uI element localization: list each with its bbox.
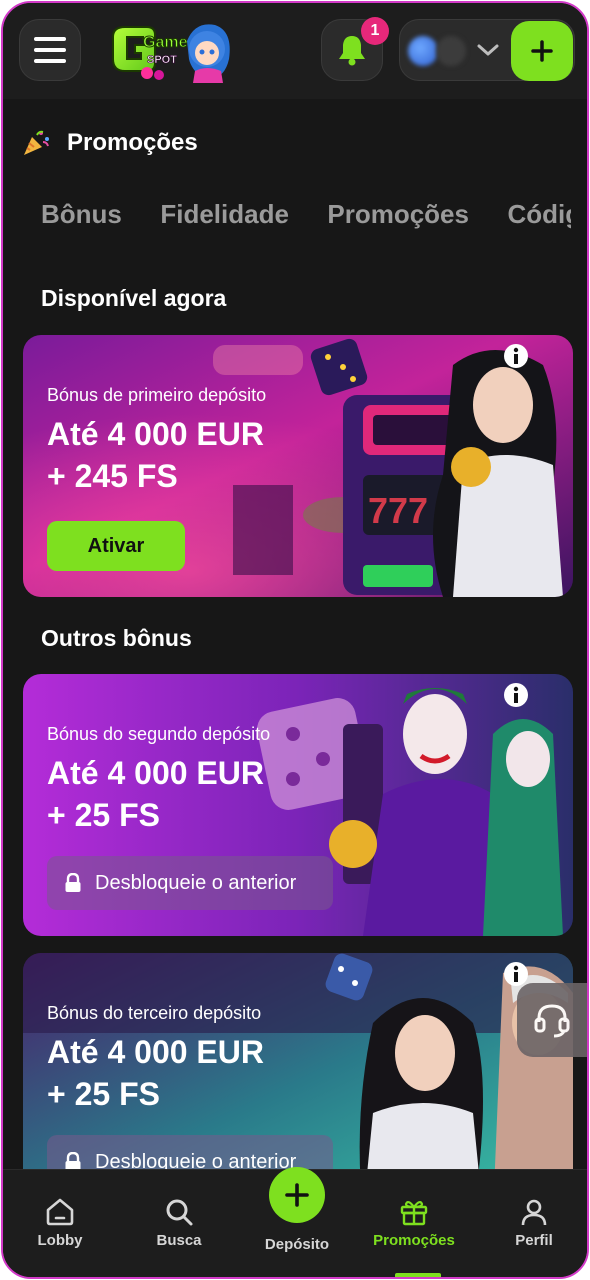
section-other-bonuses: Outros bônus xyxy=(41,625,192,651)
nav-promocoes[interactable]: Promoções xyxy=(359,1190,469,1249)
nav-busca[interactable]: Busca xyxy=(124,1190,234,1249)
deposit-fab-button[interactable] xyxy=(269,1167,325,1223)
unlock-previous-button[interactable]: Desbloqueie o anterior xyxy=(47,856,333,910)
nav-deposito-label: Depósito xyxy=(264,1236,330,1253)
activate-button[interactable]: Ativar xyxy=(47,521,185,571)
page-title-row: Promoções xyxy=(21,125,198,161)
menu-button[interactable] xyxy=(19,19,81,81)
currency-icon xyxy=(408,36,438,66)
bonus-card-second-deposit[interactable]: Bónus do segundo depósito Até 4 000 EUR … xyxy=(23,674,573,936)
tab-codigos[interactable]: Códigos xyxy=(507,199,571,230)
menu-icon-bar xyxy=(34,59,66,63)
unlock-label: Desbloqueie o anterior xyxy=(95,871,297,894)
bonus-card-first-deposit[interactable]: 777 Bónus de primeiro depósito Até 4 000… xyxy=(23,335,573,597)
notification-badge: 1 xyxy=(361,17,389,45)
menu-icon-bar xyxy=(34,37,66,41)
chevron-down-icon xyxy=(477,44,499,56)
card-free-spins: + 25 FS xyxy=(47,1076,160,1112)
card-amount: Até 4 000 EUR xyxy=(47,416,264,452)
info-icon xyxy=(504,683,528,707)
tab-bonus[interactable]: Bônus xyxy=(41,199,122,230)
balance-blur xyxy=(436,36,466,66)
active-tab-indicator xyxy=(395,1273,441,1277)
nav-perfil-label: Perfil xyxy=(515,1232,553,1249)
top-header: Game SPOT 1 xyxy=(3,3,587,99)
tab-fidelidade[interactable]: Fidelidade xyxy=(160,199,289,230)
quick-deposit-button[interactable] xyxy=(511,21,573,81)
gamespot-logo[interactable]: Game SPOT xyxy=(107,19,235,83)
promo-tabs: Bônus Fidelidade Promoções Códigos xyxy=(41,199,571,239)
lock-icon xyxy=(65,873,81,892)
page-title: Promoções xyxy=(67,129,198,156)
info-button[interactable] xyxy=(499,678,533,712)
section-available-now: Disponível agora xyxy=(41,285,227,311)
nav-perfil[interactable]: Perfil xyxy=(479,1190,587,1249)
card-subtitle: Bónus do terceiro depósito xyxy=(47,1003,262,1023)
search-icon xyxy=(166,1199,193,1226)
info-button[interactable] xyxy=(499,339,533,373)
headset-icon xyxy=(534,1004,570,1038)
logo-text-top: Game xyxy=(143,34,188,51)
card-free-spins: + 25 FS xyxy=(47,797,160,833)
character-art xyxy=(433,350,563,597)
card-subtitle: Bónus de primeiro depósito xyxy=(47,385,267,405)
card-amount: Até 4 000 EUR xyxy=(47,755,264,791)
nav-lobby-label: Lobby xyxy=(37,1232,83,1249)
home-icon xyxy=(46,1198,74,1226)
gift-icon xyxy=(400,1200,428,1226)
nav-busca-label: Busca xyxy=(156,1232,202,1249)
support-button[interactable] xyxy=(517,983,587,1057)
logo-text-bottom: SPOT xyxy=(147,54,177,66)
nav-lobby[interactable]: Lobby xyxy=(5,1190,115,1249)
svg-text:777: 777 xyxy=(368,490,428,531)
plus-icon xyxy=(285,1183,309,1207)
nav-promocoes-label: Promoções xyxy=(373,1232,455,1249)
card-amount: Até 4 000 EUR xyxy=(47,1034,264,1070)
tab-promocoes[interactable]: Promoções xyxy=(327,199,469,230)
party-popper-icon xyxy=(24,130,49,155)
card-free-spins: + 245 FS xyxy=(47,458,178,494)
user-icon xyxy=(521,1199,547,1226)
info-icon xyxy=(504,344,528,368)
plus-icon xyxy=(531,40,553,62)
card-subtitle: Bónus do segundo depósito xyxy=(47,724,271,744)
nav-deposito[interactable]: Depósito xyxy=(242,1234,352,1253)
menu-icon-bar xyxy=(34,48,66,52)
bottom-navigation: Lobby Busca Depósito Promoções Perfil xyxy=(3,1167,587,1277)
app-frame: Game SPOT 1 Promoções Bônus Fidelidade P… xyxy=(1,1,589,1279)
